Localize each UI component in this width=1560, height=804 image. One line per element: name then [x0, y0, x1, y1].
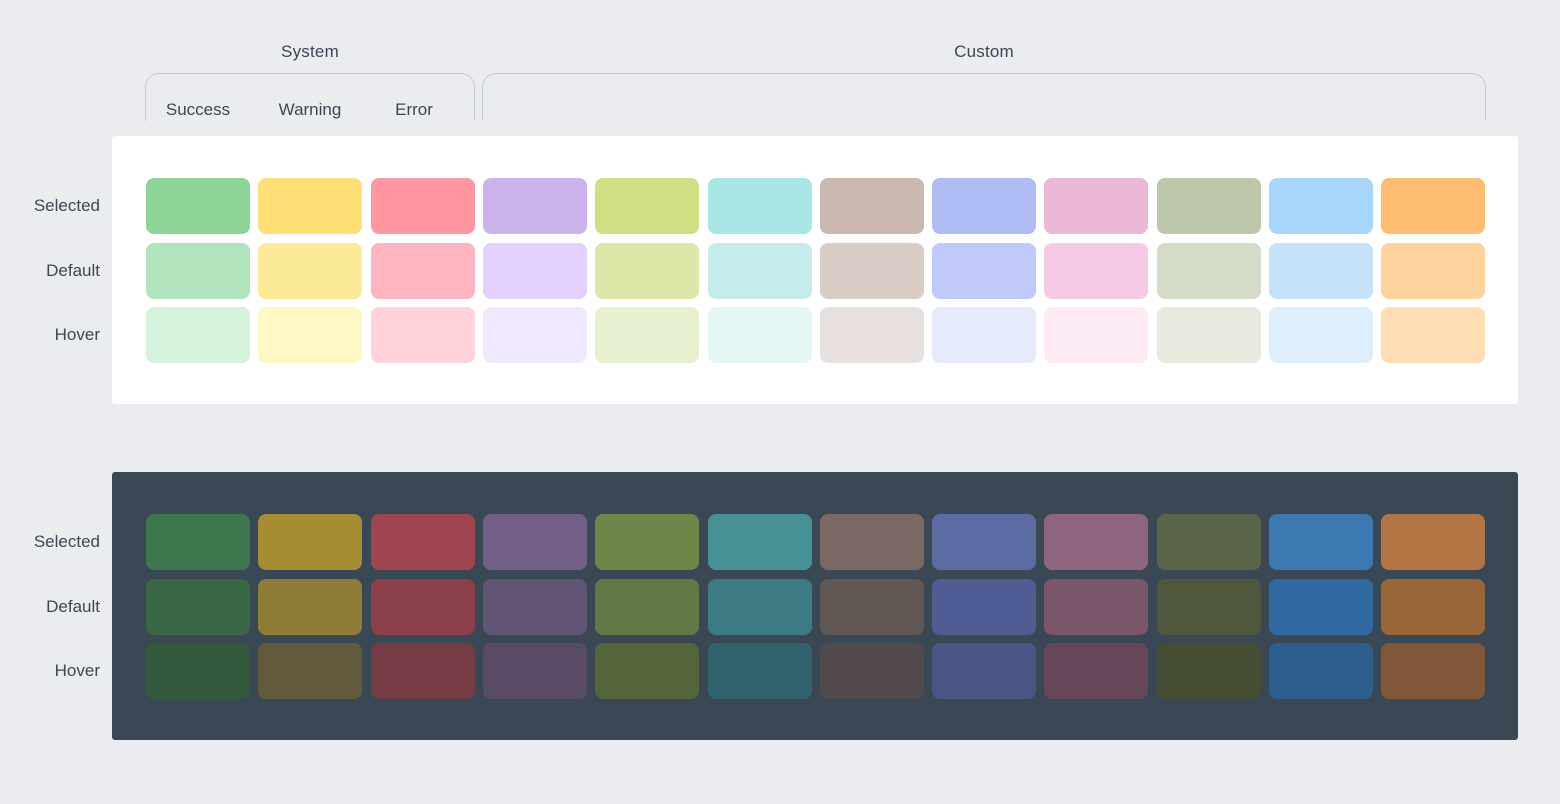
swatch-light-selected-2 [258, 178, 362, 234]
swatch-light-hover-7 [820, 307, 924, 363]
row-label-dark-default: Default [46, 596, 100, 616]
swatch-light-default-9 [1044, 243, 1148, 299]
swatch-dark-default-5 [595, 579, 699, 635]
swatch-light-default-11 [1269, 243, 1373, 299]
swatch-light-default-5 [595, 243, 699, 299]
swatch-light-hover-2 [258, 307, 362, 363]
swatch-dark-hover-5 [595, 643, 699, 699]
swatch-light-default-1 [146, 243, 250, 299]
column-label-warning: Warning [278, 100, 342, 119]
swatch-dark-hover-4 [483, 643, 587, 699]
swatch-light-default-6 [708, 243, 812, 299]
row-label-light-hover: Hover [54, 325, 100, 344]
system-group-label: System [281, 42, 339, 61]
swatch-dark-hover-9 [1044, 643, 1148, 699]
swatch-light-selected-12 [1381, 178, 1485, 234]
swatch-light-selected-8 [932, 178, 1036, 234]
swatch-dark-hover-6 [708, 643, 812, 699]
swatch-dark-selected-6 [708, 514, 812, 570]
swatch-light-selected-5 [595, 178, 699, 234]
swatch-dark-selected-9 [1044, 514, 1148, 570]
swatch-dark-default-9 [1044, 579, 1148, 635]
swatch-dark-hover-3 [371, 643, 475, 699]
swatch-dark-hover-2 [258, 643, 362, 699]
column-label-error: Error [395, 100, 433, 119]
swatch-dark-hover-12 [1381, 643, 1485, 699]
swatch-light-hover-8 [932, 307, 1036, 363]
swatch-light-default-7 [820, 243, 924, 299]
row-label-light-default: Default [46, 260, 100, 280]
swatch-light-selected-4 [483, 178, 587, 234]
row-label-dark-selected: Selected [33, 532, 100, 551]
row-label-light-selected: Selected [33, 196, 100, 215]
row-label-dark-hover: Hover [54, 661, 100, 680]
swatch-dark-selected-5 [595, 514, 699, 570]
swatch-light-hover-11 [1269, 307, 1373, 363]
swatch-light-selected-9 [1044, 178, 1148, 234]
swatch-dark-selected-4 [483, 514, 587, 570]
swatch-light-selected-7 [820, 178, 924, 234]
swatch-light-hover-12 [1381, 307, 1485, 363]
swatch-light-default-2 [258, 243, 362, 299]
swatch-dark-selected-2 [258, 514, 362, 570]
swatch-dark-selected-7 [820, 514, 924, 570]
swatch-light-selected-10 [1157, 178, 1261, 234]
swatch-light-default-12 [1381, 243, 1485, 299]
swatch-dark-default-10 [1157, 579, 1261, 635]
swatch-dark-default-3 [371, 579, 475, 635]
swatch-dark-selected-8 [932, 514, 1036, 570]
swatch-dark-default-4 [483, 579, 587, 635]
swatch-light-selected-6 [708, 178, 812, 234]
swatch-light-selected-3 [371, 178, 475, 234]
swatch-light-hover-4 [483, 307, 587, 363]
swatch-dark-selected-11 [1269, 514, 1373, 570]
swatch-light-hover-3 [371, 307, 475, 363]
custom-bracket [482, 73, 1486, 121]
swatch-dark-default-1 [146, 579, 250, 635]
swatch-light-hover-1 [146, 307, 250, 363]
swatch-light-hover-9 [1044, 307, 1148, 363]
swatch-dark-default-6 [708, 579, 812, 635]
swatch-light-default-8 [932, 243, 1036, 299]
swatch-light-default-4 [483, 243, 587, 299]
swatch-dark-hover-1 [146, 643, 250, 699]
column-label-success: Success [165, 100, 231, 119]
swatch-dark-hover-11 [1269, 643, 1373, 699]
swatch-dark-hover-8 [932, 643, 1036, 699]
swatch-light-selected-1 [146, 178, 250, 234]
swatch-light-default-10 [1157, 243, 1261, 299]
swatch-dark-default-11 [1269, 579, 1373, 635]
swatch-dark-hover-7 [820, 643, 924, 699]
swatch-light-hover-5 [595, 307, 699, 363]
swatch-light-hover-10 [1157, 307, 1261, 363]
swatch-dark-hover-10 [1157, 643, 1261, 699]
swatch-dark-selected-1 [146, 514, 250, 570]
swatch-dark-selected-10 [1157, 514, 1261, 570]
swatch-dark-selected-12 [1381, 514, 1485, 570]
swatch-dark-default-7 [820, 579, 924, 635]
custom-group-label: Custom [954, 42, 1014, 61]
swatch-light-hover-6 [708, 307, 812, 363]
swatch-dark-default-8 [932, 579, 1036, 635]
swatch-dark-default-2 [258, 579, 362, 635]
swatch-light-default-3 [371, 243, 475, 299]
swatch-light-selected-11 [1269, 178, 1373, 234]
swatch-dark-selected-3 [371, 514, 475, 570]
swatch-dark-default-12 [1381, 579, 1485, 635]
